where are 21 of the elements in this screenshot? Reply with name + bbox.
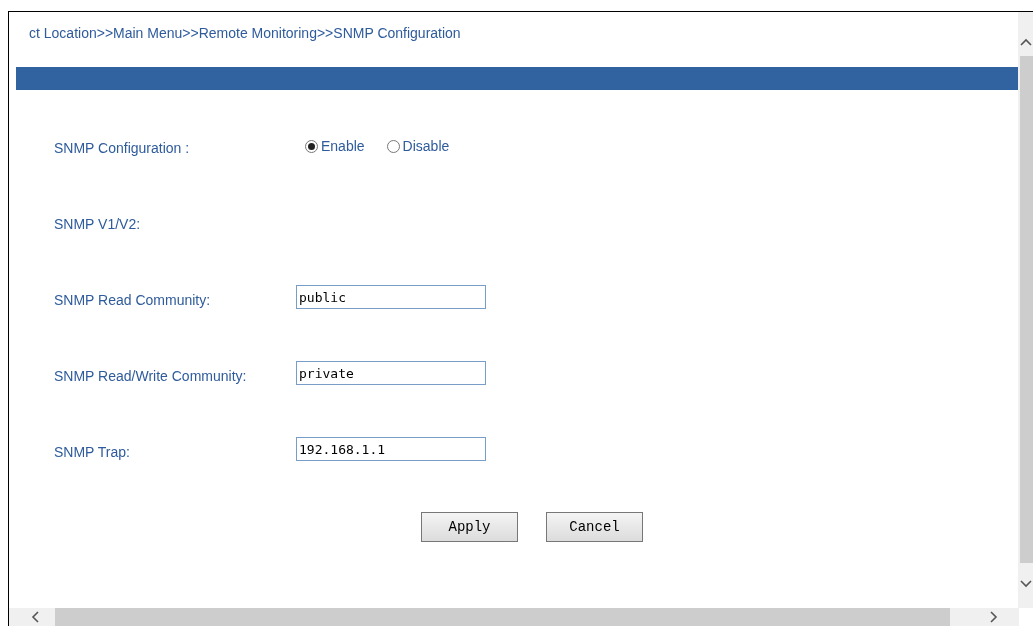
field-label: SNMP Read/Write Community: <box>54 368 247 384</box>
field-label: SNMP V1/V2: <box>54 216 141 232</box>
radio-option[interactable]: Disable <box>386 138 450 154</box>
text-field[interactable]: private <box>296 361 486 385</box>
radio-button[interactable] <box>305 139 318 153</box>
field-label: SNMP Configuration : <box>54 140 190 156</box>
breadcrumb: ct Location>>Main Menu>>Remote Monitoring>>SNMP Configuration <box>28 24 461 43</box>
scroll-left-icon[interactable] <box>31 611 39 623</box>
cancel-button[interactable]: Cancel <box>546 512 643 542</box>
scroll-down-icon[interactable] <box>1019 580 1032 588</box>
scroll-right-icon[interactable] <box>990 611 998 623</box>
scroll-up-icon[interactable] <box>1019 38 1032 46</box>
text-field[interactable]: public <box>296 285 486 309</box>
apply-button[interactable]: Apply <box>421 512 518 542</box>
radio-option[interactable]: Enable <box>305 138 365 154</box>
radio-button[interactable] <box>386 139 400 153</box>
vertical-scrollbar[interactable] <box>1018 12 1033 608</box>
field-label: SNMP Read Community: <box>54 292 211 308</box>
text-field[interactable]: 192.168.1.1 <box>296 437 486 461</box>
scrollbar-thumb[interactable] <box>1020 56 1033 563</box>
field-label: SNMP Trap: <box>54 444 130 460</box>
